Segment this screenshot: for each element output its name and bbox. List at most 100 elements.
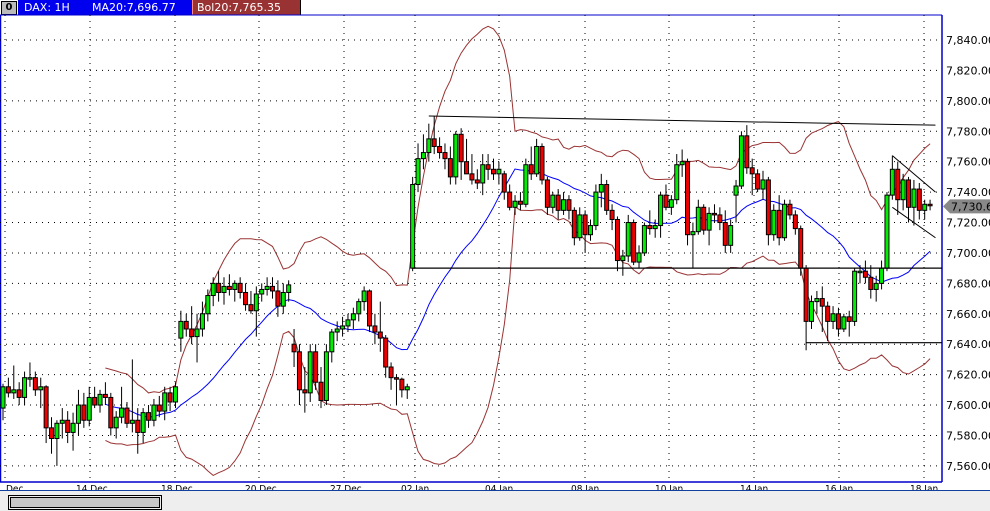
candle-body	[631, 222, 637, 263]
candle-body	[119, 407, 125, 418]
candle-body	[178, 320, 184, 339]
candle	[264, 277, 270, 296]
candle-body	[65, 419, 71, 433]
candle	[291, 328, 297, 368]
candle-body	[32, 377, 38, 391]
candle-body	[156, 404, 162, 412]
candle-body	[296, 351, 302, 391]
candle-body	[679, 161, 685, 166]
candle	[70, 412, 76, 451]
candle-body	[340, 325, 346, 330]
candle-body	[226, 285, 232, 290]
candle-body	[852, 270, 858, 322]
candle	[81, 392, 87, 428]
candle-body	[846, 316, 852, 322]
candle-body	[695, 206, 701, 233]
candle	[571, 207, 577, 246]
candle	[539, 143, 545, 185]
candle-body	[393, 377, 399, 380]
candle	[16, 382, 22, 406]
candle	[744, 125, 750, 174]
candle	[846, 310, 852, 337]
candle-body	[453, 133, 459, 178]
candle-body	[399, 378, 405, 391]
candle-body	[75, 404, 81, 424]
candle	[496, 161, 502, 185]
candle-body	[889, 168, 895, 196]
candle	[782, 199, 788, 241]
candle-body	[652, 225, 658, 230]
candle	[480, 154, 486, 196]
candle	[609, 204, 615, 231]
scrollbar-thumb[interactable]	[8, 495, 162, 510]
candle	[237, 277, 243, 299]
candle	[307, 344, 313, 402]
candle	[879, 260, 885, 290]
candle-body	[765, 179, 771, 236]
y-tick-label: 7,580.00	[946, 429, 990, 442]
candle-body	[54, 422, 60, 440]
candle	[841, 313, 847, 333]
candle	[183, 313, 189, 337]
candle	[765, 176, 771, 246]
candle-body	[210, 282, 216, 297]
candle-body	[404, 386, 410, 391]
candle	[221, 277, 227, 305]
y-tick-label: 7,760.00	[946, 156, 990, 169]
candle-body	[555, 194, 561, 211]
candle-body	[798, 228, 804, 269]
candle-body	[658, 194, 664, 227]
candle	[226, 274, 232, 296]
candle-body	[819, 298, 825, 307]
candle-body	[377, 331, 383, 339]
candle-body	[862, 270, 868, 278]
candle-body	[841, 316, 847, 330]
candle	[889, 155, 895, 200]
candle	[566, 195, 572, 220]
candle	[577, 207, 583, 241]
candle	[5, 377, 11, 398]
candle-body	[922, 203, 928, 211]
candle-body	[787, 203, 793, 216]
candle-body	[167, 392, 173, 403]
candle-body	[313, 351, 319, 383]
candle	[415, 143, 421, 193]
candle	[32, 371, 38, 396]
candle-body	[124, 407, 130, 424]
candle-body	[620, 255, 626, 262]
candlestick-chart[interactable]: 7,560.00 7,580.00 7,600.00 7,620.00 7,640.00…	[0, 0, 990, 490]
candle	[248, 290, 254, 314]
candle-body	[690, 231, 696, 236]
candle	[178, 310, 184, 352]
candle	[458, 128, 464, 180]
candle-body	[97, 393, 103, 406]
candle-body	[927, 203, 933, 207]
candle-body	[480, 164, 486, 184]
candle-body	[771, 209, 777, 236]
candle-body	[334, 328, 340, 333]
candle-body	[5, 386, 11, 394]
candle	[555, 189, 561, 220]
candle	[771, 204, 777, 241]
candle-body	[517, 200, 523, 205]
candle	[690, 222, 696, 269]
candle	[388, 362, 394, 390]
candle-body	[717, 214, 723, 224]
candle-body	[16, 389, 22, 398]
candle-body	[302, 389, 308, 394]
candle-body	[22, 377, 28, 398]
candle-body	[760, 179, 766, 190]
candle-body	[474, 179, 480, 184]
candle-body	[59, 419, 65, 424]
candle	[275, 280, 281, 317]
y-axis: 7,560.00 7,580.00 7,600.00 7,620.00 7,640.00…	[943, 34, 990, 473]
y-tick-label: 7,640.00	[946, 338, 990, 351]
candle-body	[458, 133, 464, 163]
candle	[442, 143, 448, 170]
candle-body	[647, 225, 653, 230]
horizontal-scrollbar[interactable]	[0, 490, 990, 511]
y-tick-label: 7,620.00	[946, 369, 990, 382]
candle	[108, 392, 114, 436]
candle-body	[835, 313, 841, 330]
candle-body	[329, 331, 335, 353]
